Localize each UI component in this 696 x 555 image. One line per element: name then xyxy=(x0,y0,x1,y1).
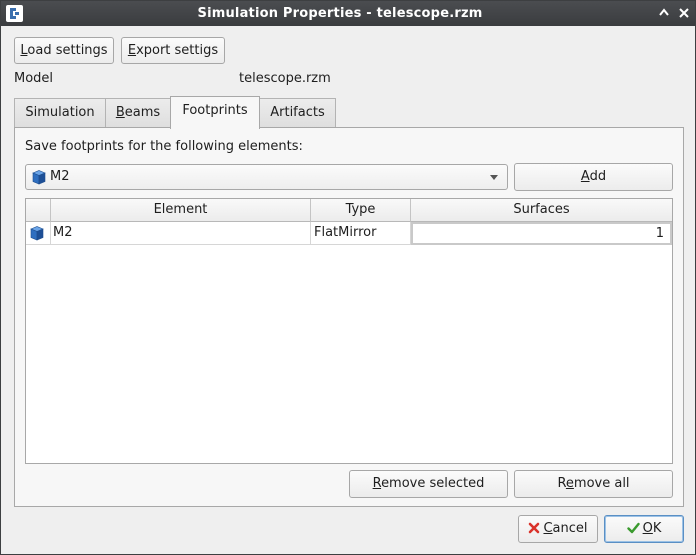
row-surfaces-cell[interactable]: 1 xyxy=(411,222,672,245)
tab-footprints-label: Footprints xyxy=(182,103,248,118)
tab-artifacts-label: Artifacts xyxy=(270,105,325,120)
row-element-cell[interactable]: M2 xyxy=(51,222,311,245)
chevron-up-icon xyxy=(658,8,670,23)
column-header-surfaces[interactable]: Surfaces xyxy=(411,199,672,222)
remove-selected-label: Remove selected xyxy=(372,476,485,491)
cube-icon xyxy=(29,225,45,241)
cancel-label: Cancel xyxy=(528,516,588,544)
footprints-heading: Save footprints for the following elemen… xyxy=(25,139,303,154)
load-settings-button[interactable]: Load settings xyxy=(14,37,114,64)
remove-all-button[interactable]: Remove all xyxy=(514,470,673,498)
column-header-type[interactable]: Type xyxy=(311,199,411,222)
tab-beams-label: Beams xyxy=(115,105,161,120)
cube-icon xyxy=(31,169,47,185)
tab-simulation[interactable]: Simulation xyxy=(14,98,106,128)
remove-all-label: Remove all xyxy=(557,476,630,491)
export-settings-label: Export settigs xyxy=(127,43,219,58)
column-header-element[interactable]: Element xyxy=(51,199,311,222)
row-type-cell[interactable]: FlatMirror xyxy=(311,222,411,245)
tab-artifacts[interactable]: Artifacts xyxy=(259,98,336,128)
tab-beams[interactable]: Beams xyxy=(105,98,171,128)
cancel-button[interactable]: Cancel xyxy=(518,515,598,543)
close-button[interactable] xyxy=(675,5,692,22)
checkmark-icon xyxy=(626,518,640,544)
ok-label: OK xyxy=(626,516,661,544)
cancel-icon xyxy=(528,518,540,544)
load-settings-label: Load settings xyxy=(20,43,108,58)
row-icon-cell xyxy=(26,222,51,245)
element-select-value: M2 xyxy=(50,169,70,184)
element-select[interactable]: M2 xyxy=(25,164,508,190)
tab-footprints[interactable]: Footprints xyxy=(170,96,260,129)
simulation-properties-dialog: Simulation Properties - telescope.rzm Lo… xyxy=(0,0,696,555)
chevron-down-icon xyxy=(490,175,498,180)
tab-simulation-label: Simulation xyxy=(25,105,95,120)
footprints-table[interactable]: Element Type Surfaces M2 FlatMirror 1 xyxy=(25,198,673,464)
add-button-label: Add xyxy=(580,169,607,184)
title-bar[interactable]: Simulation Properties - telescope.rzm xyxy=(1,1,695,26)
model-label: Model xyxy=(14,71,54,86)
model-value: telescope.rzm xyxy=(239,71,331,86)
ok-button[interactable]: OK xyxy=(604,515,684,543)
column-header-icon[interactable] xyxy=(26,199,51,222)
window-title: Simulation Properties - telescope.rzm xyxy=(197,6,483,21)
add-button[interactable]: Add xyxy=(514,163,673,191)
export-settings-button[interactable]: Export settigs xyxy=(121,37,225,64)
maximize-button[interactable] xyxy=(655,5,672,22)
remove-selected-button[interactable]: Remove selected xyxy=(349,470,508,498)
close-icon xyxy=(678,8,690,23)
